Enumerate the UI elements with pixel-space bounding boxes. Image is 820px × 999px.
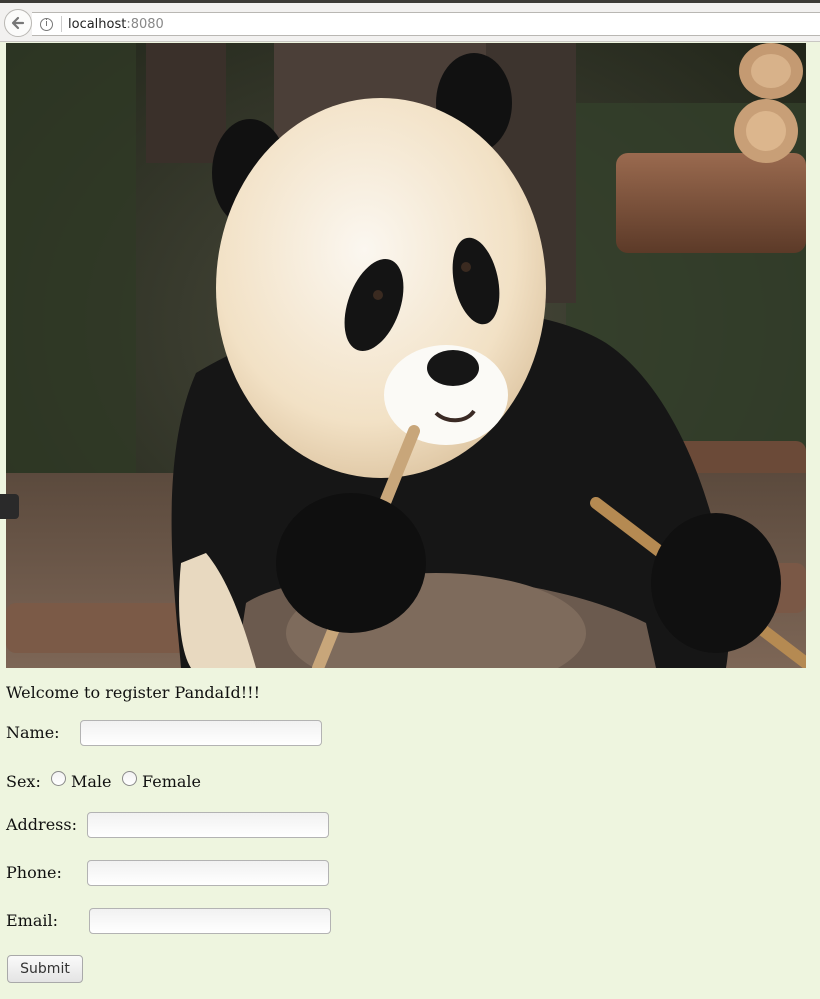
panda-photo bbox=[6, 43, 806, 668]
address-bar[interactable]: i localhost:8080 bbox=[32, 12, 820, 36]
phone-label: Phone: bbox=[6, 863, 62, 882]
submit-button[interactable]: Submit bbox=[7, 955, 83, 983]
female-radio[interactable] bbox=[122, 771, 137, 786]
email-label: Email: bbox=[6, 911, 59, 930]
male-radio[interactable] bbox=[51, 771, 66, 786]
back-arrow-icon bbox=[11, 16, 25, 30]
url-separator bbox=[61, 16, 62, 32]
url-host: localhost bbox=[68, 16, 127, 32]
phone-input[interactable] bbox=[87, 860, 329, 886]
sex-label: Sex: bbox=[6, 772, 41, 791]
browser-toolbar: i localhost:8080 bbox=[0, 3, 820, 42]
info-icon[interactable]: i bbox=[40, 17, 53, 31]
back-button[interactable] bbox=[4, 9, 32, 37]
welcome-text: Welcome to register PandaId!!! bbox=[6, 683, 261, 702]
address-label: Address: bbox=[6, 815, 77, 834]
name-label: Name: bbox=[6, 723, 60, 742]
male-label: Male bbox=[71, 772, 112, 791]
side-panel-tab[interactable] bbox=[0, 494, 19, 519]
address-input[interactable] bbox=[87, 812, 329, 838]
name-input[interactable] bbox=[80, 720, 322, 746]
url-port: :8080 bbox=[126, 16, 164, 32]
female-label: Female bbox=[142, 772, 201, 791]
email-input[interactable] bbox=[89, 908, 331, 934]
